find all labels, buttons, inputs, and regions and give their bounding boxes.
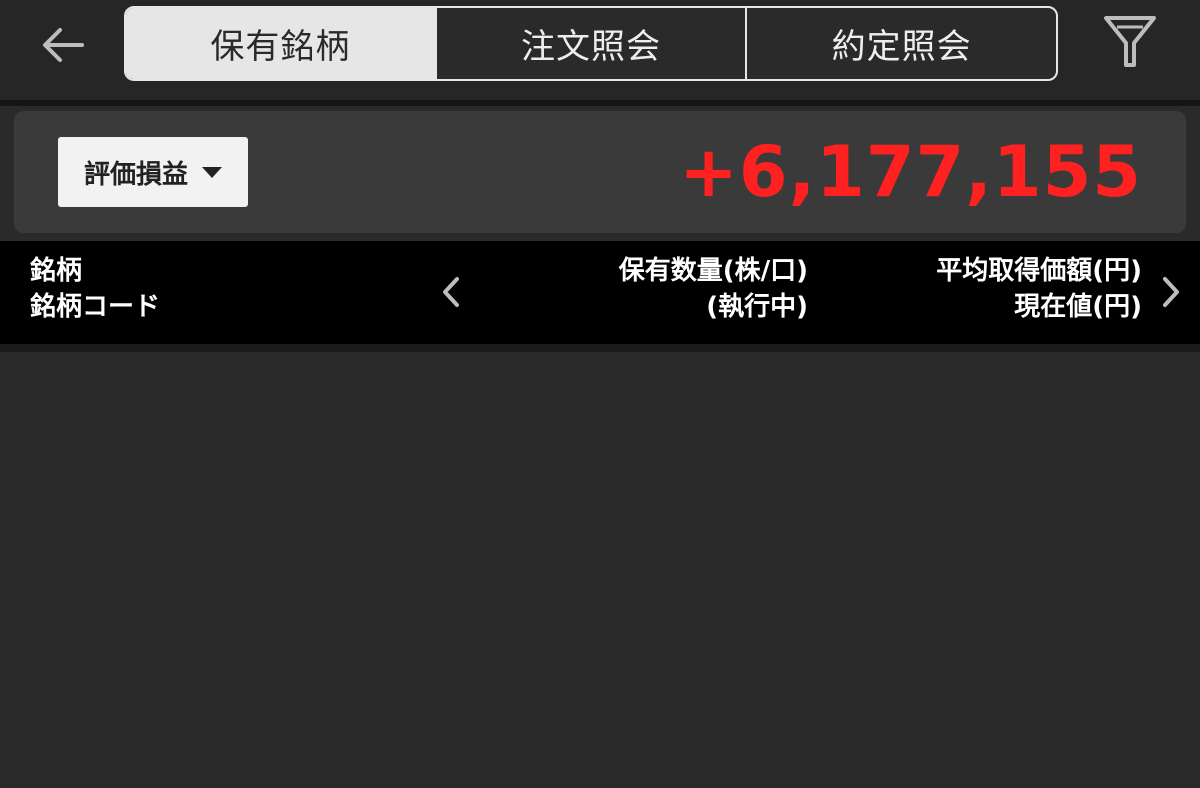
back-arrow-icon	[43, 28, 84, 62]
columns-prev-button[interactable]	[436, 269, 466, 315]
column-price: 平均取得価額(円) 現在値(円)	[936, 253, 1142, 325]
chevron-right-icon	[1163, 277, 1179, 307]
filter-button[interactable]	[1098, 10, 1162, 76]
chevron-left-icon	[443, 277, 459, 307]
column-quantity: 保有数量(株/口) (執行中)	[619, 253, 808, 325]
filter-funnel-icon	[1104, 16, 1156, 67]
column-quantity-line1: 保有数量(株/口)	[618, 256, 808, 286]
column-name-line1: 銘柄	[30, 256, 83, 286]
column-name-line2: 銘柄コード	[30, 292, 161, 322]
holdings-list	[0, 352, 1200, 788]
header-divider	[0, 344, 1200, 352]
columns-next-button[interactable]	[1156, 269, 1186, 315]
column-header: 銘柄 銘柄コード 保有数量(株/口) (執行中) 平均取得価額(円) 現在値(円…	[0, 241, 1200, 344]
metric-dropdown[interactable]: 評価損益	[58, 137, 248, 207]
tab-order-inquiry[interactable]: 注文照会	[434, 8, 746, 79]
divider	[0, 100, 1200, 106]
column-name: 銘柄 銘柄コード	[30, 253, 160, 325]
tab-execution-inquiry[interactable]: 約定照会	[745, 8, 1056, 79]
column-price-line2: 現在値(円)	[1014, 292, 1142, 322]
holdings-screen: 保有銘柄 注文照会 約定照会 評価損益 +6,177,155 銘柄 銘柄コード	[0, 0, 1200, 788]
column-quantity-line2: (執行中)	[706, 292, 808, 322]
tab-holdings[interactable]: 保有銘柄	[126, 8, 435, 79]
top-bar: 保有銘柄 注文照会 約定照会	[0, 0, 1200, 100]
back-button[interactable]	[30, 18, 94, 72]
column-price-line1: 平均取得価額(円)	[936, 256, 1142, 286]
profit-loss-summary: 評価損益 +6,177,155	[14, 111, 1186, 233]
tab-bar: 保有銘柄 注文照会 約定照会	[124, 6, 1058, 81]
metric-dropdown-label: 評価損益	[83, 159, 188, 190]
profit-loss-value: +6,177,155	[679, 131, 1142, 213]
caret-down-icon	[202, 166, 222, 178]
